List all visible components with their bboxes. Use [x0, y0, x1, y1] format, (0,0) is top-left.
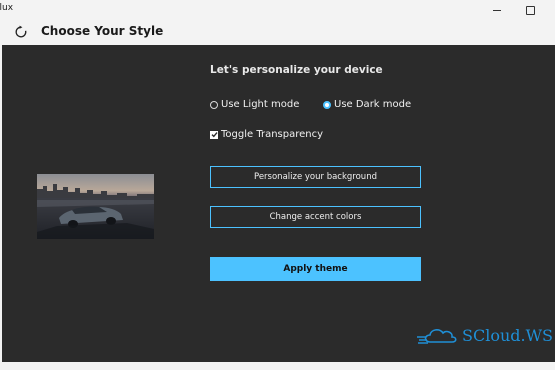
transparency-checkbox[interactable]: Toggle Transparency: [210, 129, 323, 140]
style-panel: Let's personalize your device Use Light …: [2, 45, 555, 362]
light-mode-label: Use Light mode: [221, 99, 300, 110]
radio-selected-icon: [323, 100, 331, 109]
apply-theme-button[interactable]: Apply theme: [210, 257, 421, 281]
refresh-icon[interactable]: [14, 25, 28, 39]
page-header: Choose Your Style: [0, 20, 555, 45]
app-title: elux: [0, 3, 14, 13]
wallpaper-preview: [37, 174, 154, 239]
bottom-strip: [0, 362, 555, 370]
title-bar: elux: [0, 0, 555, 20]
checkbox-checked-icon: [210, 130, 218, 139]
dark-mode-label: Use Dark mode: [334, 99, 412, 110]
page-title: Choose Your Style: [41, 24, 164, 38]
minimize-icon: [493, 9, 501, 11]
change-accent-colors-button[interactable]: Change accent colors: [210, 206, 421, 228]
dark-mode-radio[interactable]: Use Dark mode: [323, 99, 411, 110]
personalize-heading: Let's personalize your device: [210, 64, 383, 76]
watermark-text: SCloud.WS: [462, 326, 553, 345]
light-mode-radio[interactable]: Use Light mode: [210, 99, 299, 110]
cloud-logo-icon: [417, 329, 457, 344]
radio-unselected-icon: [210, 100, 218, 109]
transparency-label: Toggle Transparency: [221, 129, 324, 140]
maximize-icon: [525, 5, 535, 15]
personalize-background-button[interactable]: Personalize your background: [210, 166, 421, 188]
maximize-button[interactable]: [518, 1, 542, 19]
minimize-button[interactable]: [485, 1, 509, 19]
